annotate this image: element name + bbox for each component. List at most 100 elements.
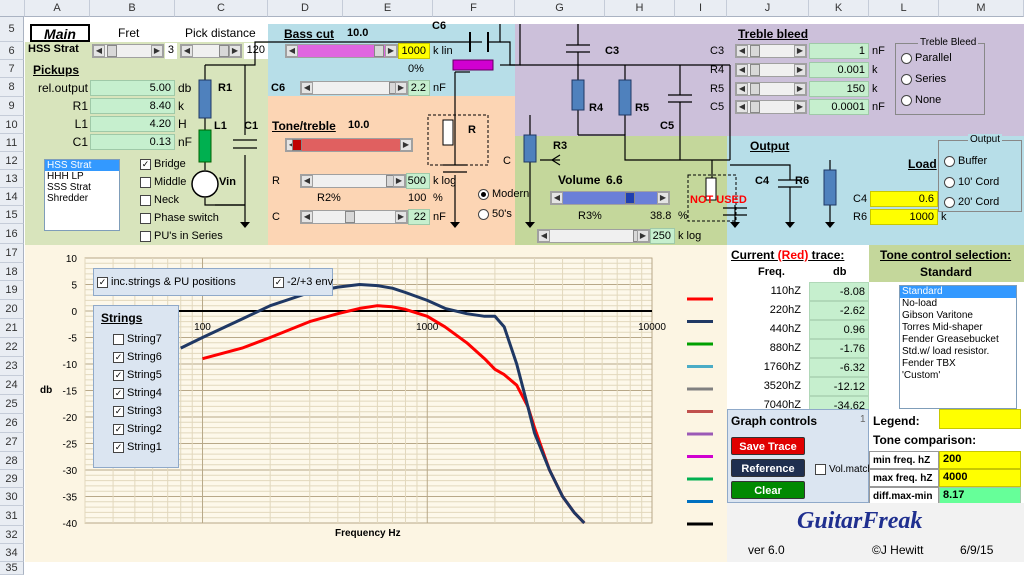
check-string[interactable]: ✓ String4 bbox=[113, 387, 162, 399]
list-item[interactable]: Gibson Varitone bbox=[900, 310, 1016, 322]
tone-slider[interactable]: ◀▶ bbox=[285, 138, 413, 152]
list-item[interactable]: Torres Mid-shaper bbox=[900, 322, 1016, 334]
radio-parallel[interactable]: Parallel bbox=[901, 52, 952, 64]
check-inc-strings[interactable]: ✓ inc.strings & PU positions bbox=[97, 276, 236, 288]
row-header[interactable]: 28 bbox=[0, 452, 24, 470]
trace-freq-cell: 880hZ bbox=[769, 342, 801, 354]
radio-dot[interactable] bbox=[944, 155, 955, 167]
row-header[interactable]: 34 bbox=[0, 544, 24, 562]
row-header[interactable]: 32 bbox=[0, 526, 24, 544]
check-box[interactable]: ✓ bbox=[113, 351, 124, 363]
radio-buffer[interactable]: Buffer bbox=[944, 155, 987, 167]
row-header[interactable]: 18 bbox=[0, 263, 24, 281]
row-header[interactable]: 29 bbox=[0, 470, 24, 488]
comparison-value[interactable]: 200 bbox=[939, 451, 1021, 469]
radio-fifties[interactable]: 50's bbox=[478, 208, 512, 220]
clear-button[interactable]: Clear bbox=[731, 481, 805, 499]
radio-10-cord[interactable]: 10' Cord bbox=[944, 176, 999, 188]
radio-series[interactable]: Series bbox=[901, 73, 946, 85]
tone-control-list[interactable]: Standard No-load Gibson Varitone Torres Mid… bbox=[899, 285, 1017, 409]
radio-20-cord[interactable]: 20' Cord bbox=[944, 196, 999, 208]
tone-c-slider[interactable]: ◀ ▶ bbox=[300, 210, 408, 224]
bass-cut-freq[interactable]: 1000 bbox=[398, 43, 430, 59]
check-string[interactable]: ✓ String1 bbox=[113, 441, 162, 453]
radio-dot[interactable] bbox=[944, 196, 955, 208]
radio-label: Buffer bbox=[958, 155, 988, 167]
radio-dot[interactable] bbox=[901, 52, 912, 64]
radio-dot[interactable] bbox=[478, 188, 489, 200]
check-box[interactable] bbox=[113, 333, 124, 345]
check-box[interactable]: ✓ bbox=[113, 405, 124, 417]
radio-modern[interactable]: Modern bbox=[478, 188, 529, 200]
check-box[interactable] bbox=[815, 464, 826, 475]
check-vol-match[interactable]: Vol.match bbox=[815, 464, 873, 475]
tone-r-slider[interactable]: ◀ ▶ bbox=[300, 174, 406, 188]
c4-label: C4 bbox=[853, 193, 868, 205]
check-box[interactable]: ✓ bbox=[113, 369, 124, 381]
treble-row-3-unit: nF bbox=[872, 101, 885, 113]
radio-dot[interactable] bbox=[944, 176, 955, 188]
c4-value[interactable]: 0.6 bbox=[870, 191, 938, 207]
r6-unit: k bbox=[941, 211, 947, 223]
check-label: inc.strings & PU positions bbox=[111, 276, 236, 288]
volume-slider[interactable]: ◀ ▶ bbox=[550, 191, 670, 205]
row-header[interactable]: 35 bbox=[0, 562, 24, 575]
row-header[interactable]: 23 bbox=[0, 357, 24, 376]
volume-pot-value[interactable]: 250 bbox=[650, 228, 675, 244]
check-string[interactable]: ✓ String5 bbox=[113, 369, 162, 381]
check-box[interactable]: ✓ bbox=[273, 276, 284, 288]
legend-swatch[interactable] bbox=[939, 409, 1021, 429]
list-item[interactable]: Std.w/ load resistor. bbox=[900, 346, 1016, 358]
check-string[interactable]: ✓ String3 bbox=[113, 405, 162, 417]
row-header[interactable]: 19 bbox=[0, 281, 24, 300]
row-header[interactable]: 24 bbox=[0, 376, 24, 395]
check-string[interactable]: String7 bbox=[113, 333, 162, 345]
check-env[interactable]: ✓ -2/+3 env bbox=[273, 276, 333, 288]
list-item[interactable]: 'Custom' bbox=[900, 370, 1016, 382]
reference-button[interactable]: Reference bbox=[731, 459, 805, 477]
save-trace-button[interactable]: Save Trace bbox=[731, 437, 805, 455]
treble-row-0-slider[interactable]: ◀ ▶ bbox=[735, 44, 807, 58]
row-header[interactable]: 17 bbox=[0, 244, 24, 263]
radio-dot[interactable] bbox=[478, 208, 489, 220]
treble-row-3-value[interactable]: 0.0001 bbox=[809, 99, 869, 115]
tone-r-value[interactable]: 500 bbox=[406, 173, 430, 189]
row-header[interactable]: 26 bbox=[0, 414, 24, 433]
list-item[interactable]: Standard bbox=[900, 286, 1016, 298]
volume-pot-slider[interactable]: ◀ ▶ bbox=[537, 229, 650, 243]
row-header[interactable]: 25 bbox=[0, 395, 24, 414]
tone-c-value[interactable]: 22 bbox=[408, 209, 430, 225]
y-tick-label: -5 bbox=[68, 334, 77, 345]
radio-none[interactable]: None bbox=[901, 94, 941, 106]
list-item[interactable]: No-load bbox=[900, 298, 1016, 310]
radio-dot[interactable] bbox=[901, 94, 912, 106]
row-header[interactable]: 27 bbox=[0, 433, 24, 452]
radio-dot[interactable] bbox=[901, 73, 912, 85]
treble-row-1-value[interactable]: 0.001 bbox=[809, 62, 869, 78]
check-box[interactable]: ✓ bbox=[113, 387, 124, 399]
check-box[interactable]: ✓ bbox=[113, 441, 124, 453]
treble-row-3-slider[interactable]: ◀ ▶ bbox=[735, 100, 807, 114]
row-header[interactable]: 21 bbox=[0, 319, 24, 338]
c6-value[interactable]: 2.2 bbox=[408, 80, 430, 96]
check-box[interactable]: ✓ bbox=[113, 423, 124, 435]
comparison-value[interactable]: 4000 bbox=[939, 469, 1021, 487]
check-string[interactable]: ✓ String2 bbox=[113, 423, 162, 435]
treble-row-2-value[interactable]: 150 bbox=[809, 81, 869, 97]
x-tick-label: 100 bbox=[194, 322, 211, 333]
check-box[interactable]: ✓ bbox=[97, 276, 108, 288]
row-header[interactable]: 20 bbox=[0, 300, 24, 319]
r6-value[interactable]: 1000 bbox=[870, 209, 938, 225]
list-item[interactable]: Fender Greasebucket bbox=[900, 334, 1016, 346]
treble-row-0-value[interactable]: 1 bbox=[809, 43, 869, 59]
check-label: Vol.match bbox=[829, 464, 873, 476]
check-string[interactable]: ✓ String6 bbox=[113, 351, 162, 363]
list-item[interactable]: Fender TBX bbox=[900, 358, 1016, 370]
row-header[interactable]: 22 bbox=[0, 338, 24, 357]
row-header[interactable]: 31 bbox=[0, 506, 24, 526]
treble-row-2-slider[interactable]: ◀ ▶ bbox=[735, 82, 807, 96]
c6-slider[interactable]: ◀ ▶ bbox=[300, 81, 408, 95]
treble-row-1-slider[interactable]: ◀ ▶ bbox=[735, 63, 807, 77]
row-header[interactable]: 30 bbox=[0, 488, 24, 506]
bass-cut-slider[interactable]: ◀ ▶ bbox=[285, 44, 398, 58]
